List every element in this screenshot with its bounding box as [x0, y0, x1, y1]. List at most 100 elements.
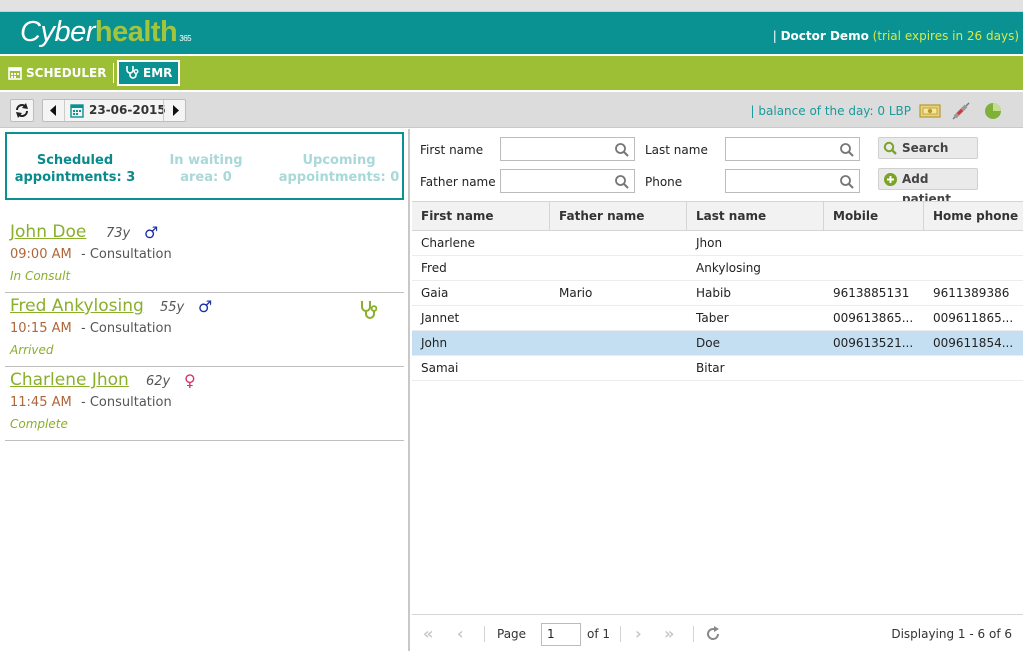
search-icon — [883, 141, 897, 155]
father-name-label: Father name — [420, 175, 496, 189]
pager-divider — [620, 626, 621, 642]
main-nav: SCHEDULER EMR — [0, 56, 1023, 90]
page-count: of 1 — [587, 627, 611, 641]
previous-day-button[interactable] — [43, 100, 65, 121]
patient-grid: First name Father name Last name Mobile … — [412, 201, 1023, 381]
last-page-icon[interactable]: » — [664, 624, 674, 643]
page-input[interactable]: 1 — [541, 623, 581, 646]
grid-header: First name Father name Last name Mobile … — [412, 201, 1023, 231]
table-row-selected[interactable]: John Doe 009613521... 009611854... — [412, 331, 1023, 356]
next-page-icon[interactable]: › — [635, 624, 642, 643]
appointment-item[interactable]: Fred Ankylosing 55y ♂ 10:15 AM - Consult… — [5, 293, 404, 367]
patient-search-panel: First name Last name Search Father name … — [412, 129, 1023, 651]
browser-strip — [0, 0, 1023, 12]
calendar-icon — [8, 67, 22, 80]
appointment-item[interactable]: John Doe 73y ♂ 09:00 AM - Consultation I… — [5, 219, 404, 293]
last-name-field[interactable] — [725, 137, 860, 161]
refresh-button[interactable] — [10, 99, 34, 122]
first-name-field[interactable] — [500, 137, 635, 161]
search-button[interactable]: Search — [878, 137, 978, 159]
column-header-mobile[interactable]: Mobile — [824, 202, 924, 231]
patient-age: 62y — [146, 374, 171, 389]
refresh-icon — [16, 103, 28, 118]
nav-divider — [113, 63, 114, 83]
appointment-time: 09:00 AM — [10, 247, 72, 262]
scheduled-appointments-tab[interactable]: Scheduled appointments: 3 — [11, 152, 139, 186]
arrow-right-icon — [173, 105, 179, 116]
last-name-label: Last name — [645, 143, 708, 157]
search-icon — [615, 143, 629, 157]
patient-name-link[interactable]: Fred Ankylosing — [10, 296, 144, 316]
column-header-first-name[interactable]: First name — [412, 202, 550, 231]
search-icon — [840, 175, 854, 189]
phone-label: Phone — [645, 175, 683, 189]
table-row[interactable]: Jannet Taber 009613865... 009611865... — [412, 306, 1023, 331]
cash-button[interactable] — [919, 100, 941, 122]
page-label: Page — [497, 627, 527, 641]
nav-scheduler[interactable]: SCHEDULER — [0, 60, 114, 86]
stethoscope-icon — [126, 66, 139, 79]
next-day-button[interactable] — [163, 100, 185, 121]
column-header-last-name[interactable]: Last name — [687, 202, 824, 231]
table-row[interactable]: Charlene Jhon — [412, 231, 1023, 256]
first-name-input[interactable] — [501, 138, 611, 160]
patient-age: 55y — [160, 300, 185, 315]
user-info: | Doctor Demo (trial expires in 26 days) — [772, 29, 1019, 43]
male-icon: ♂ — [198, 297, 213, 316]
appointment-time: 11:45 AM — [10, 395, 72, 410]
user-name[interactable]: Doctor Demo — [781, 29, 869, 43]
cash-icon — [919, 104, 941, 118]
appointments-panel: Scheduled appointments: 3 In waiting are… — [0, 129, 410, 651]
appointment-status: Complete — [10, 417, 68, 431]
upcoming-appointments-tab[interactable]: Upcoming appointments: 0 — [275, 152, 403, 186]
syringe-button[interactable] — [950, 100, 972, 122]
date-navigator: 23-06-2015 — [42, 99, 186, 122]
father-name-field[interactable] — [500, 169, 635, 193]
first-page-icon[interactable]: « — [423, 624, 433, 643]
stethoscope-icon[interactable] — [359, 300, 379, 322]
logo: Cyberhealth 365 — [20, 16, 192, 48]
app-header: Cyberhealth 365 | Doctor Demo (trial expi… — [0, 12, 1023, 54]
add-icon — [884, 173, 897, 186]
father-name-input[interactable] — [501, 170, 611, 192]
appointment-status: In Consult — [10, 269, 71, 283]
patient-name-link[interactable]: Charlene Jhon — [10, 370, 129, 390]
trial-notice: (trial expires in 26 days) — [872, 29, 1019, 43]
phone-input[interactable] — [726, 170, 836, 192]
syringe-icon — [952, 102, 970, 120]
appointment-item[interactable]: Charlene Jhon 62y ♀ 11:45 AM - Consultat… — [5, 367, 404, 441]
pager-divider — [484, 626, 485, 642]
female-icon: ♀ — [184, 371, 196, 390]
phone-field[interactable] — [725, 169, 860, 193]
refresh-icon[interactable] — [704, 625, 722, 643]
appointment-status: Arrived — [10, 343, 54, 357]
patient-age: 73y — [106, 226, 131, 241]
waiting-area-tab[interactable]: In waiting area: 0 — [142, 152, 270, 186]
displaying-count: Displaying 1 - 6 of 6 — [891, 627, 1012, 641]
appointment-type: - Consultation — [81, 247, 172, 262]
nav-emr[interactable]: EMR — [117, 60, 181, 86]
add-patient-button[interactable]: Add patient — [878, 168, 978, 206]
appointment-type: - Consultation — [81, 321, 172, 336]
report-chart-button[interactable] — [982, 100, 1004, 122]
appointment-type: - Consultation — [81, 395, 172, 410]
column-header-home-phone[interactable]: Home phone — [924, 202, 1023, 231]
table-row[interactable]: Samai Bitar — [412, 356, 1023, 381]
grid-pager: « ‹ Page 1 of 1 › » Displaying 1 - 6 of … — [412, 614, 1023, 651]
toolbar: 23-06-2015 | balance of the day: 0 LBP — [0, 92, 1023, 128]
male-icon: ♂ — [144, 223, 159, 242]
patient-name-link[interactable]: John Doe — [10, 222, 86, 242]
table-row[interactable]: Fred Ankylosing — [412, 256, 1023, 281]
first-name-label: First name — [420, 143, 484, 157]
daily-balance: | balance of the day: 0 LBP — [750, 104, 911, 118]
current-date[interactable]: 23-06-2015 — [89, 103, 166, 117]
pie-chart-icon — [985, 103, 1001, 119]
appointment-summary: Scheduled appointments: 3 In waiting are… — [5, 132, 404, 200]
last-name-input[interactable] — [726, 138, 836, 160]
previous-page-icon[interactable]: ‹ — [457, 624, 464, 643]
table-row[interactable]: Gaia Mario Habib 9613885131 9611389386 — [412, 281, 1023, 306]
column-header-father-name[interactable]: Father name — [550, 202, 687, 231]
appointment-time: 10:15 AM — [10, 321, 72, 336]
search-icon — [615, 175, 629, 189]
arrow-left-icon — [50, 105, 56, 116]
